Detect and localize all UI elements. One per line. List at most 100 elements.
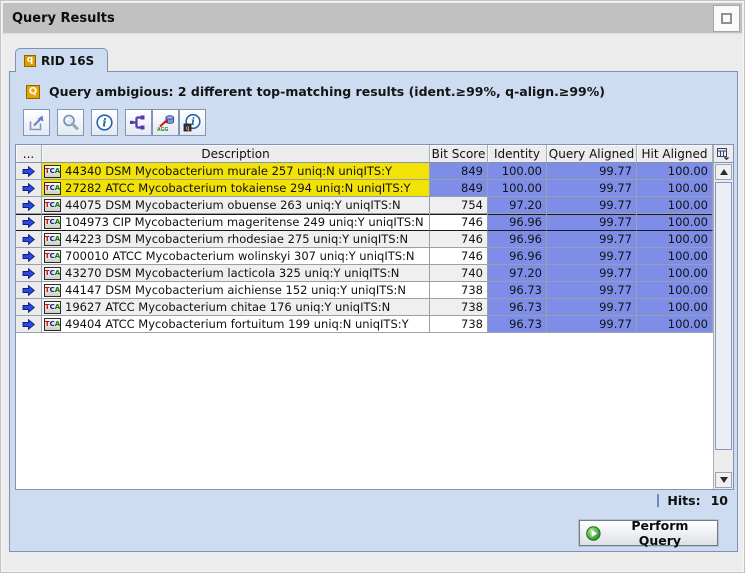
toolbar: i AGG bbox=[23, 109, 206, 136]
description-text: 44147 DSM Mycobacterium aichiense 152 un… bbox=[65, 283, 406, 297]
description-text: 44075 DSM Mycobacterium obuense 263 uniq… bbox=[65, 198, 401, 212]
tca-sequence-icon: TCA bbox=[44, 250, 61, 263]
column-header-bit-score[interactable]: Bit Score bbox=[430, 145, 488, 163]
description-cell: TCA44340 DSM Mycobacterium murale 257 un… bbox=[42, 163, 430, 180]
table-header-row: ... Description Bit Score Identity Query… bbox=[16, 145, 713, 163]
tca-sequence-icon: TCA bbox=[44, 199, 61, 212]
bit-score-cell: 738 bbox=[430, 282, 488, 299]
column-header-dots[interactable]: ... bbox=[16, 145, 42, 163]
goto-arrow-icon bbox=[22, 302, 35, 313]
table-row[interactable]: TCA 43270 DSM Mycobacterium lacticola 325… bbox=[16, 265, 713, 282]
bit-score-cell: 740 bbox=[430, 265, 488, 282]
goto-arrow-cell[interactable] bbox=[16, 163, 42, 180]
tca-sequence-icon: TCA bbox=[44, 165, 61, 178]
tab-rid-16s[interactable]: q RID 16S bbox=[15, 48, 108, 72]
table-row[interactable]: TCA700010 ATCC Mycobacterium wolinskyi 3… bbox=[16, 248, 713, 265]
export-button[interactable] bbox=[23, 109, 50, 136]
table-row[interactable]: TCA 27282 ATCC Mycobacterium tokaiense 29… bbox=[16, 180, 713, 197]
goto-arrow-cell[interactable] bbox=[16, 248, 42, 265]
query-aligned-cell: 99.77 bbox=[547, 316, 637, 333]
goto-arrow-cell[interactable] bbox=[16, 299, 42, 316]
query-warning-icon: Q bbox=[26, 85, 40, 99]
goto-arrow-icon bbox=[22, 200, 35, 211]
goto-arrow-cell[interactable] bbox=[16, 282, 42, 299]
column-config-button[interactable] bbox=[713, 145, 733, 163]
goto-arrow-cell[interactable] bbox=[16, 316, 42, 333]
search-button[interactable] bbox=[57, 109, 84, 136]
window-title: Query Results bbox=[12, 11, 115, 26]
identity-cell: 100.00 bbox=[488, 163, 547, 180]
column-header-query-aligned[interactable]: Query Aligned bbox=[547, 145, 637, 163]
hit-aligned-cell: 100.00 bbox=[637, 180, 713, 197]
query-info-icon: i q bbox=[183, 113, 202, 132]
tca-sequence-icon: TCA bbox=[44, 318, 61, 331]
description-text: 44223 DSM Mycobacterium rhodesiae 275 un… bbox=[65, 232, 408, 246]
hit-aligned-cell: 100.00 bbox=[637, 299, 713, 316]
perform-query-button[interactable]: Perform Query bbox=[579, 520, 718, 546]
query-info-badge: q bbox=[186, 126, 190, 132]
scrollbar-thumb[interactable] bbox=[715, 182, 732, 450]
info-icon: i bbox=[95, 113, 114, 132]
tca-sequence-icon: TCA bbox=[44, 182, 61, 195]
column-header-hit-aligned[interactable]: Hit Aligned bbox=[637, 145, 713, 163]
goto-arrow-icon bbox=[22, 251, 35, 262]
aggregate-database-button[interactable]: AGG bbox=[152, 109, 179, 136]
hit-aligned-cell: 100.00 bbox=[637, 265, 713, 282]
bit-score-cell: 746 bbox=[430, 248, 488, 265]
export-icon bbox=[27, 113, 46, 132]
query-aligned-cell: 99.77 bbox=[547, 163, 637, 180]
table-row[interactable]: TCA19627 ATCC Mycobacterium chitae 176 u… bbox=[16, 299, 713, 316]
description-cell: TCA19627 ATCC Mycobacterium chitae 176 u… bbox=[42, 299, 430, 316]
tree-button[interactable] bbox=[125, 109, 152, 136]
goto-arrow-cell[interactable] bbox=[16, 180, 42, 197]
tca-sequence-icon: TCA bbox=[44, 267, 61, 280]
warning-text: Query ambigious: 2 different top-matchin… bbox=[49, 84, 605, 99]
maximize-button[interactable] bbox=[713, 5, 740, 32]
table-row[interactable]: TCA 44075 DSM Mycobacterium obuense 263 u… bbox=[16, 197, 713, 214]
svg-text:i: i bbox=[191, 117, 195, 128]
query-results-window: Query Results q RID 16S Q Query ambigiou… bbox=[0, 0, 745, 573]
description-cell: TCA 44223 DSM Mycobacterium rhodesiae 275… bbox=[42, 231, 430, 248]
identity-cell: 97.20 bbox=[488, 197, 547, 214]
goto-arrow-icon bbox=[22, 268, 35, 279]
query-info-button[interactable]: i q bbox=[179, 109, 206, 136]
column-config-icon bbox=[717, 148, 730, 160]
description-text: 27282 ATCC Mycobacterium tokaiense 294 u… bbox=[65, 181, 411, 195]
tca-sequence-icon: TCA bbox=[44, 233, 61, 246]
query-aligned-cell: 99.77 bbox=[547, 180, 637, 197]
vertical-scrollbar[interactable] bbox=[713, 163, 733, 489]
scroll-down-button[interactable] bbox=[715, 472, 732, 488]
hits-value: 10 bbox=[711, 493, 728, 508]
goto-arrow-cell[interactable] bbox=[16, 265, 42, 282]
tca-sequence-icon: TCA bbox=[44, 284, 61, 297]
identity-cell: 97.20 bbox=[488, 265, 547, 282]
goto-arrow-cell[interactable] bbox=[16, 214, 42, 231]
goto-arrow-icon bbox=[22, 319, 35, 330]
identity-cell: 96.96 bbox=[488, 248, 547, 265]
scroll-up-button[interactable] bbox=[715, 164, 732, 180]
tca-sequence-icon: TCA bbox=[44, 301, 61, 314]
goto-arrow-cell[interactable] bbox=[16, 231, 42, 248]
hit-aligned-cell: 100.00 bbox=[637, 163, 713, 180]
column-header-description[interactable]: Description bbox=[42, 145, 430, 163]
description-text: 43270 DSM Mycobacterium lacticola 325 un… bbox=[65, 266, 399, 280]
play-icon bbox=[586, 526, 601, 541]
description-cell: TCA700010 ATCC Mycobacterium wolinskyi 3… bbox=[42, 248, 430, 265]
search-icon bbox=[61, 113, 80, 132]
goto-arrow-cell[interactable] bbox=[16, 197, 42, 214]
window-titlebar[interactable]: Query Results bbox=[3, 3, 742, 34]
table-row[interactable]: TCA 44147 DSM Mycobacterium aichiense 152… bbox=[16, 282, 713, 299]
table-row[interactable]: TCA49404 ATCC Mycobacterium fortuitum 19… bbox=[16, 316, 713, 333]
column-header-identity[interactable]: Identity bbox=[488, 145, 547, 163]
status-separator bbox=[657, 494, 659, 507]
query-aligned-cell: 99.77 bbox=[547, 299, 637, 316]
table-row[interactable]: TCA44340 DSM Mycobacterium murale 257 un… bbox=[16, 163, 713, 180]
bit-score-cell: 738 bbox=[430, 316, 488, 333]
info-button[interactable]: i bbox=[91, 109, 118, 136]
table-row[interactable]: TCA 44223 DSM Mycobacterium rhodesiae 275… bbox=[16, 231, 713, 248]
tree-icon bbox=[129, 113, 148, 132]
query-aligned-cell: 99.77 bbox=[547, 282, 637, 299]
table-row[interactable]: TCA104973 CIP Mycobacterium mageritense … bbox=[16, 214, 713, 231]
description-cell: TCA104973 CIP Mycobacterium mageritense … bbox=[42, 214, 430, 231]
bit-score-cell: 738 bbox=[430, 299, 488, 316]
